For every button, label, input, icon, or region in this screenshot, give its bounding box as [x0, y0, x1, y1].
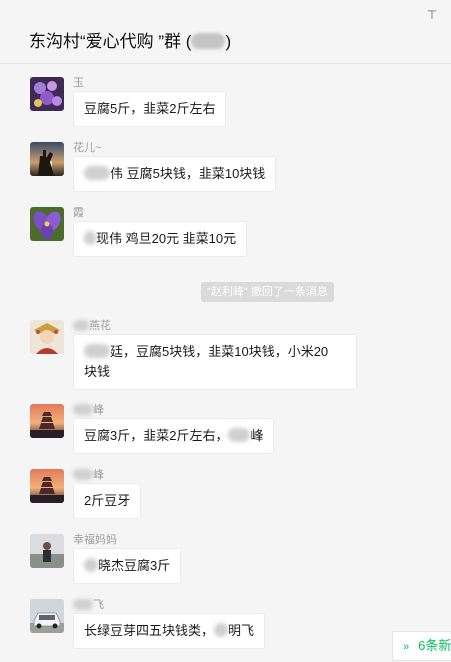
message-text: 现伟 鸡旦20元 韭菜10元: [96, 231, 237, 246]
sender-name-text: 峰: [93, 469, 104, 481]
sender-name: 燕花: [73, 317, 111, 333]
message-bubble[interactable]: 伟 豆腐5块钱，韭菜10块钱: [73, 156, 277, 192]
redacted-text: [228, 428, 251, 442]
redacted-text: [73, 469, 93, 480]
avatar[interactable]: [30, 599, 64, 633]
message-bubble[interactable]: 晓杰豆腐3斤: [73, 548, 182, 584]
avatar[interactable]: [30, 320, 64, 354]
avatar[interactable]: [30, 77, 64, 111]
avatar[interactable]: [30, 404, 64, 438]
sender-name: 飞: [73, 596, 104, 612]
chat-title: 东沟村“爱心代购 ”群 (): [29, 27, 231, 52]
sender-name: 霞: [73, 207, 84, 219]
redacted-text: [84, 344, 110, 358]
chat-header: 东沟村“爱心代购 ”群 () ⊤: [0, 0, 451, 64]
redacted-member-count: [191, 33, 226, 49]
sender-name-text: 飞: [93, 599, 104, 611]
double-chevron-down-icon: »: [403, 641, 410, 653]
redacted-text: [73, 404, 93, 415]
sender-name: 峰: [73, 466, 104, 482]
message-bubble[interactable]: 豆腐5斤，韭菜2斤左右: [73, 91, 227, 127]
pin-icon[interactable]: ⊤: [423, 6, 441, 24]
chat-title-suffix: ): [225, 32, 232, 51]
avatar[interactable]: [30, 534, 64, 568]
new-messages-button[interactable]: » 6条新: [392, 631, 451, 661]
message-text: 伟 豆腐5块钱，韭菜10块钱: [110, 166, 266, 181]
message-text-tail: 峰: [250, 428, 264, 443]
message-bubble[interactable]: 长绿豆芽四五块钱类， 明飞: [73, 613, 266, 649]
message-text-tail: 明飞: [228, 623, 255, 638]
redacted-text: [73, 320, 89, 331]
redacted-text: [84, 166, 110, 180]
sender-name: 花儿~: [73, 142, 102, 154]
message-text-line2: 块钱: [84, 364, 111, 379]
redacted-text: [84, 558, 98, 572]
recall-notice: "赵利峰" 撤回了一条消息: [201, 282, 334, 302]
sender-name: 幸福妈妈: [73, 534, 117, 546]
message-text: 晓杰豆腐3斤: [98, 558, 171, 573]
avatar[interactable]: [30, 207, 64, 241]
message-text: 豆腐3斤，韭菜2斤左右，: [84, 428, 229, 443]
chat-title-prefix: 东沟村“爱心代购 ”群 (: [29, 32, 192, 51]
avatar[interactable]: [30, 142, 64, 176]
message-bubble[interactable]: 2斤豆牙: [73, 483, 142, 519]
avatar[interactable]: [30, 469, 64, 503]
message-bubble[interactable]: 豆腐3斤，韭菜2斤左右， 峰: [73, 418, 275, 454]
redacted-text: [73, 599, 93, 610]
message-list[interactable]: 玉 豆腐5斤，韭菜2斤左右 花儿~ 伟 豆腐5块钱，韭菜10块钱 霞 现伟 鸡旦…: [0, 64, 451, 662]
sender-name: 峰: [73, 401, 104, 417]
message-bubble[interactable]: 廷，豆腐5块钱，韭菜10块钱，小米20 块钱: [73, 334, 357, 390]
message-text: 长绿豆芽四五块钱类，: [84, 623, 215, 638]
new-messages-label: 6条新: [418, 638, 451, 653]
sender-name: 玉: [73, 77, 84, 89]
sender-name-text: 燕花: [89, 320, 111, 332]
redacted-text: [84, 231, 96, 245]
message-text-line1: 廷，豆腐5块钱，韭菜10块钱，小米20: [110, 344, 329, 359]
message-bubble[interactable]: 现伟 鸡旦20元 韭菜10元: [73, 221, 248, 257]
redacted-text: [214, 623, 229, 637]
sender-name-text: 峰: [93, 404, 104, 416]
